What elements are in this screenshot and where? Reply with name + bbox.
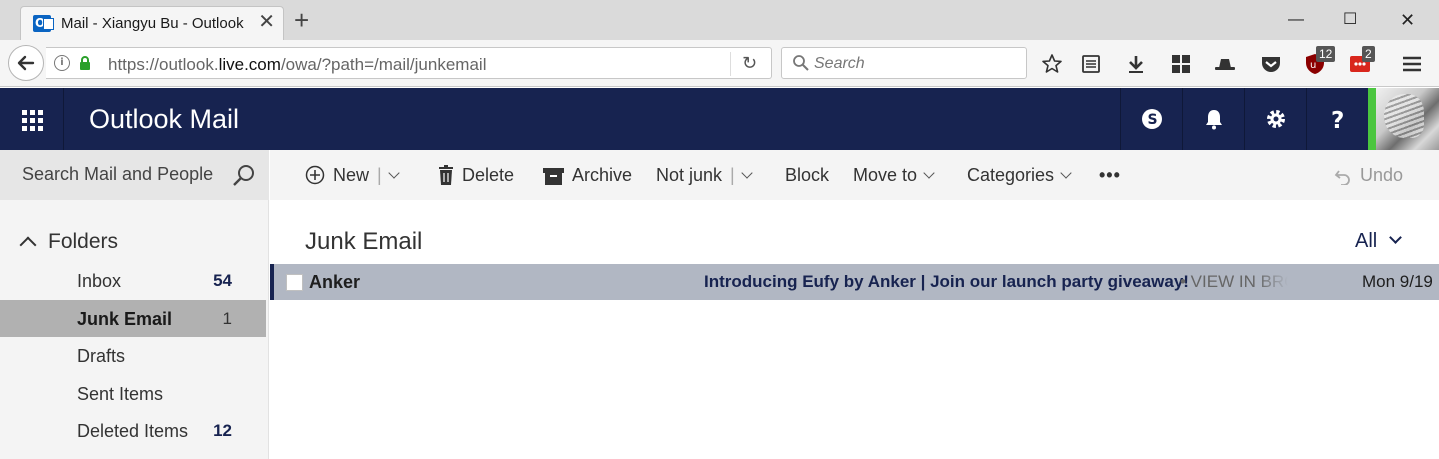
minimize-button[interactable]: — (1288, 6, 1304, 34)
unread-count: 12 (213, 421, 232, 440)
archive-box-icon (543, 168, 564, 185)
archive-button[interactable]: Archive (543, 164, 632, 186)
move-to-button[interactable]: Move to (853, 164, 935, 186)
chevron-down-icon (1060, 167, 1072, 179)
outlook-favicon-icon (33, 15, 54, 32)
chevron-up-icon (19, 236, 37, 254)
maximize-button[interactable]: ☐ (1343, 6, 1357, 34)
extension-badge: 2 (1362, 46, 1375, 62)
search-people-label: Search Mail and People (22, 164, 214, 184)
message-checkbox[interactable] (286, 274, 303, 291)
app-launcher-button[interactable] (0, 88, 64, 150)
browser-search-input[interactable] (814, 53, 1014, 75)
folders-header[interactable]: Folders (19, 230, 118, 254)
trash-icon (439, 165, 453, 185)
tiles-icon[interactable] (1170, 53, 1192, 75)
site-info-icon[interactable]: i (54, 55, 70, 71)
unread-count: 54 (213, 271, 232, 290)
unread-count: 1 (222, 309, 232, 328)
download-icon[interactable] (1125, 53, 1147, 75)
folder-title: Junk Email (305, 228, 423, 255)
reload-icon[interactable]: ↻ (742, 53, 757, 74)
bookmark-star-icon[interactable] (1041, 53, 1063, 75)
filter-dropdown[interactable]: All (1355, 230, 1403, 253)
folder-pane: Search Mail and People Folders Inbox 54 … (0, 150, 269, 459)
folder-label: Sent Items (77, 384, 164, 404)
chevron-down-icon (923, 167, 935, 179)
undo-arrow-icon (1334, 170, 1350, 186)
outlook-header: Outlook Mail S ? (0, 88, 1439, 150)
chevron-down-icon (1389, 231, 1403, 244)
search-icon (793, 55, 809, 71)
back-arrow-icon (17, 55, 35, 71)
folder-sent-items[interactable]: Sent Items (0, 375, 266, 412)
search-mail-and-people[interactable]: Search Mail and People (0, 150, 269, 200)
chevron-down-icon[interactable] (741, 167, 753, 179)
gear-icon (1267, 110, 1285, 128)
browser-navigation-bar: i https://outlook.live.com/owa/?path=/ma… (0, 40, 1439, 87)
help-button[interactable]: ? (1306, 88, 1368, 150)
skype-icon: S (1142, 109, 1162, 129)
notifications-button[interactable] (1182, 88, 1244, 150)
message-preview: • VIEW IN BRO (1180, 272, 1288, 292)
browser-title-bar: Mail - Xiangyu Bu - Outlook ✕ + — ☐ ✕ (0, 0, 1439, 40)
url-text[interactable]: https://outlook.live.com/owa/?path=/mail… (108, 55, 486, 75)
command-bar: New | Delete Archive Not junk | Block Move… (270, 150, 1439, 200)
svg-text:?: ? (1331, 108, 1344, 131)
not-junk-button[interactable]: Not junk | (656, 164, 753, 186)
folder-inbox[interactable]: Inbox 54 (0, 262, 266, 299)
browser-search-box[interactable] (781, 47, 1027, 79)
categories-button[interactable]: Categories (967, 164, 1072, 186)
message-row[interactable]: Anker Introducing Eufy by Anker | Join o… (270, 264, 1439, 300)
url-separator (730, 52, 731, 76)
tab-title: Mail - Xiangyu Bu - Outlook (61, 15, 244, 32)
more-actions-button[interactable]: ••• (1099, 164, 1121, 186)
message-subject: Introducing Eufy by Anker | Join our lau… (704, 272, 1189, 291)
close-window-button[interactable]: ✕ (1400, 6, 1415, 34)
folder-label: Junk Email (77, 309, 173, 329)
app-title[interactable]: Outlook Mail (89, 104, 239, 135)
question-icon: ? (1331, 108, 1344, 131)
back-button[interactable] (8, 45, 44, 81)
folder-junk-email[interactable]: Junk Email 1 (0, 300, 266, 337)
message-sender: Anker (309, 272, 361, 292)
message-date: Mon 9/19 (1362, 272, 1433, 291)
folder-label: Deleted Items (77, 421, 189, 441)
undo-button[interactable]: Undo (1334, 164, 1403, 186)
settings-button[interactable] (1244, 88, 1306, 150)
svg-text:u: u (1310, 60, 1316, 71)
private-hat-icon[interactable] (1214, 53, 1236, 75)
folder-deleted-items[interactable]: Deleted Items 12 (0, 412, 266, 449)
new-tab-button[interactable]: + (294, 6, 309, 34)
pocket-icon[interactable] (1260, 53, 1282, 75)
hamburger-menu-icon[interactable] (1401, 53, 1423, 75)
reading-list-icon[interactable] (1080, 53, 1102, 75)
svg-text:S: S (1148, 112, 1158, 128)
folder-label: Drafts (77, 346, 126, 366)
lock-icon (80, 56, 90, 70)
ublock-badge: 12 (1316, 46, 1336, 62)
folder-drafts[interactable]: Drafts (0, 337, 266, 374)
chevron-down-icon[interactable] (388, 167, 400, 179)
search-icon[interactable] (232, 164, 256, 188)
folder-label: Inbox (77, 271, 122, 291)
block-button[interactable]: Block (785, 164, 829, 186)
bell-icon (1206, 110, 1222, 130)
browser-tab[interactable]: Mail - Xiangyu Bu - Outlook ✕ (20, 6, 284, 40)
presence-indicator (1368, 88, 1376, 150)
plus-circle-icon (305, 165, 325, 185)
new-button[interactable]: New | (305, 164, 400, 186)
tab-close-icon[interactable]: ✕ (258, 12, 275, 32)
delete-button[interactable]: Delete (438, 164, 514, 186)
avatar[interactable] (1376, 88, 1439, 150)
address-bar[interactable]: i https://outlook.live.com/owa/?path=/ma… (46, 47, 772, 79)
skype-button[interactable]: S (1120, 88, 1182, 150)
